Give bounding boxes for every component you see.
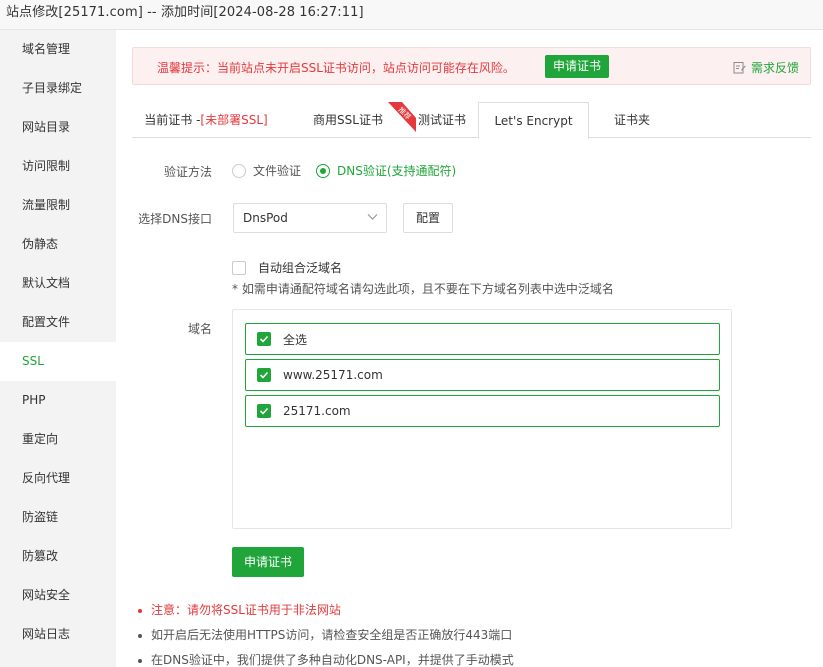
domain-item-root-label: 25171.com bbox=[283, 404, 351, 418]
domain-select-all-checkbox bbox=[257, 332, 271, 346]
domain-label: 域名 bbox=[187, 322, 212, 336]
note-item: 在DNS验证中，我们提供了多种自动化DNS-API，并提供了手动模式 bbox=[136, 648, 514, 667]
dns-interface-value: DnsPod bbox=[243, 211, 288, 225]
dns-config-button[interactable]: 配置 bbox=[403, 203, 453, 233]
wildcard-checkbox-label: 自动组合泛域名 bbox=[258, 261, 343, 275]
sidebar-item-domains[interactable]: 域名管理 bbox=[0, 30, 116, 69]
wildcard-hint: * 如需申请通配符域名请勾选此项，且不要在下方域名列表中选中泛域名 bbox=[232, 282, 614, 296]
radio-file-verify-label: 文件验证 bbox=[253, 164, 302, 178]
notes-list: 注意：请勿将SSL证书用于非法网站 如开启后无法使用HTTPS访问，请检查安全组… bbox=[136, 598, 514, 667]
sidebar-item-traffic-limit[interactable]: 流量限制 bbox=[0, 186, 116, 225]
sidebar-item-access-limit[interactable]: 访问限制 bbox=[0, 147, 116, 186]
radio-dns-verify-dot bbox=[316, 163, 330, 178]
edit-note-icon bbox=[733, 62, 746, 74]
tab-current-cert-label: 当前证书 - bbox=[144, 113, 201, 127]
sidebar-item-rewrite[interactable]: 伪静态 bbox=[0, 225, 116, 264]
dns-interface-label: 选择DNS接口 bbox=[138, 212, 212, 226]
ssl-tabs: 当前证书 -[未部署SSL] 商用SSL证书 推荐 测试证书 Let's Enc… bbox=[132, 102, 811, 139]
feedback-label: 需求反馈 bbox=[751, 61, 800, 75]
tab-current-cert-status: [未部署SSL] bbox=[200, 113, 268, 127]
sidebar-item-hotlink[interactable]: 防盗链 bbox=[0, 498, 116, 537]
ssl-warning-banner: 温馨提示：当前站点未开启SSL证书访问，站点访问可能存在风险。 申请证书 需求反… bbox=[132, 47, 811, 85]
tab-current-cert[interactable]: 当前证书 -[未部署SSL] bbox=[136, 102, 276, 138]
window-titlebar: 站点修改[25171.com] -- 添加时间[2024-08-28 16:27… bbox=[0, 0, 823, 30]
sidebar-item-site-log[interactable]: 网站日志 bbox=[0, 615, 116, 654]
note-item: 如开启后无法使用HTTPS访问，请检查安全组是否正确放行443端口 bbox=[136, 623, 514, 648]
radio-file-verify-dot bbox=[232, 163, 246, 178]
sidebar-item-default-doc[interactable]: 默认文档 bbox=[0, 264, 116, 303]
sidebar-item-tamper-proof[interactable]: 防篡改 bbox=[0, 537, 116, 576]
sidebar-item-config-file[interactable]: 配置文件 bbox=[0, 303, 116, 342]
ssl-warning-text: 温馨提示：当前站点未开启SSL证书访问，站点访问可能存在风险。 bbox=[157, 61, 515, 75]
radio-dns-verify[interactable]: DNS验证(支持通配符) bbox=[316, 162, 456, 179]
banner-apply-cert-button[interactable]: 申请证书 bbox=[545, 55, 610, 78]
tab-test-cert[interactable]: 测试证书 bbox=[412, 102, 472, 138]
sidebar-item-ssl[interactable]: SSL bbox=[0, 342, 116, 381]
wildcard-checkbox-box bbox=[232, 260, 246, 275]
sidebar-item-site-dir[interactable]: 网站目录 bbox=[0, 108, 116, 147]
domain-list: 全选 www.25171.com 25171.com bbox=[232, 309, 732, 529]
sidebar-item-php[interactable]: PHP bbox=[0, 381, 116, 420]
dns-interface-select[interactable]: DnsPod bbox=[233, 203, 387, 233]
verify-method-label: 验证方法 bbox=[163, 165, 212, 179]
domain-item-www-label: www.25171.com bbox=[283, 368, 383, 382]
sidebar-item-reverse-proxy[interactable]: 反向代理 bbox=[0, 459, 116, 498]
tab-letsencrypt[interactable]: Let's Encrypt bbox=[478, 102, 589, 139]
radio-file-verify[interactable]: 文件验证 bbox=[232, 162, 301, 179]
domain-item-root[interactable]: 25171.com bbox=[245, 395, 720, 427]
sidebar-item-redirect[interactable]: 重定向 bbox=[0, 420, 116, 459]
domain-select-all[interactable]: 全选 bbox=[245, 323, 720, 355]
domain-item-root-checkbox bbox=[257, 404, 271, 418]
tab-commercial-ssl[interactable]: 商用SSL证书 bbox=[308, 102, 388, 138]
wildcard-checkbox[interactable]: 自动组合泛域名 bbox=[232, 259, 342, 276]
tab-cert-folder[interactable]: 证书夹 bbox=[602, 102, 662, 138]
domain-item-www-checkbox bbox=[257, 368, 271, 382]
sidebar: 域名管理 子目录绑定 网站目录 访问限制 流量限制 伪静态 默认文档 配置文件 … bbox=[0, 30, 116, 667]
radio-dns-verify-label: DNS验证(支持通配符) bbox=[337, 164, 457, 178]
chevron-down-icon bbox=[367, 214, 378, 220]
sidebar-item-site-security[interactable]: 网站安全 bbox=[0, 576, 116, 615]
domain-item-www[interactable]: www.25171.com bbox=[245, 359, 720, 391]
domain-select-all-label: 全选 bbox=[283, 332, 308, 347]
main-panel: 温馨提示：当前站点未开启SSL证书访问，站点访问可能存在风险。 申请证书 需求反… bbox=[116, 30, 823, 667]
window-title: 站点修改[25171.com] -- 添加时间[2024-08-28 16:27… bbox=[6, 5, 364, 20]
feedback-link[interactable]: 需求反馈 bbox=[733, 59, 799, 76]
sidebar-item-subdir[interactable]: 子目录绑定 bbox=[0, 69, 116, 108]
apply-cert-button[interactable]: 申请证书 bbox=[232, 547, 305, 577]
note-item: 注意：请勿将SSL证书用于非法网站 bbox=[136, 598, 514, 623]
